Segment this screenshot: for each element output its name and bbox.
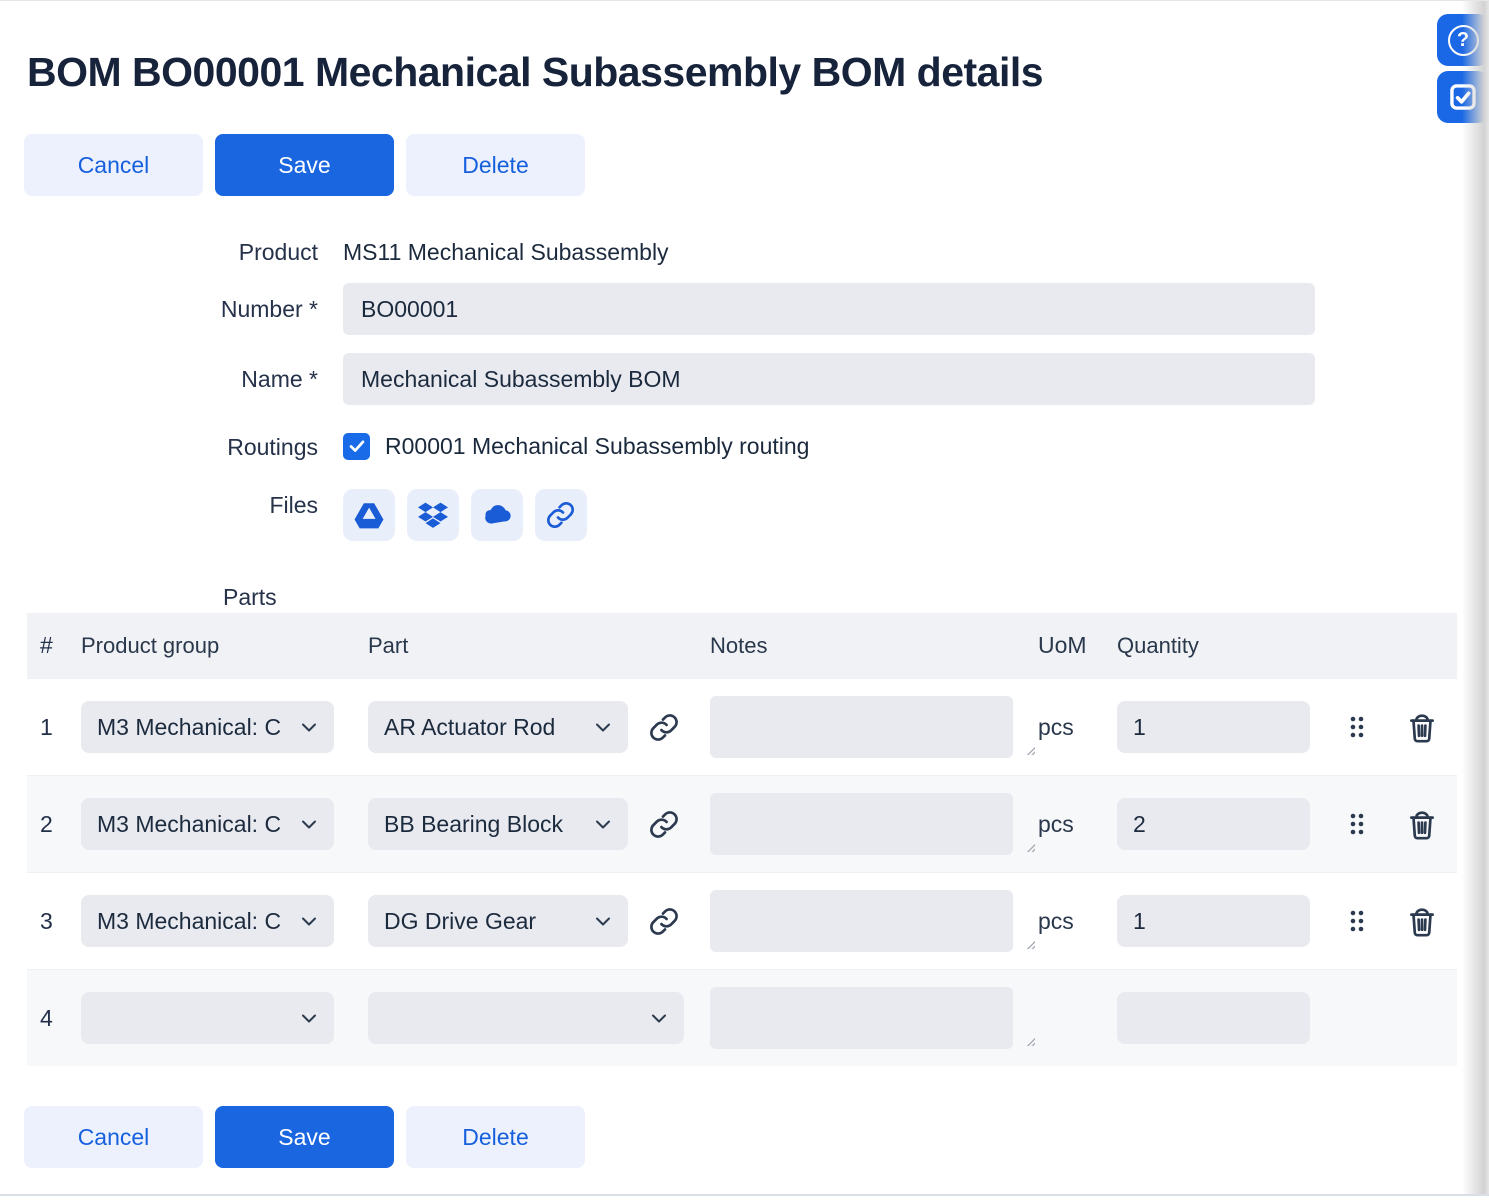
row-number: 4 [27,1005,81,1032]
number-field[interactable] [343,283,1315,335]
part-select[interactable]: BB Bearing Block [368,798,628,850]
chevron-down-icon [298,1007,320,1029]
product-label: Product [0,239,343,266]
part-select[interactable] [368,992,684,1044]
col-notes: Notes [710,633,1038,659]
google-drive-icon [352,500,386,530]
cancel-button[interactable]: Cancel [24,134,203,196]
link-icon [648,808,681,841]
product-group-select[interactable]: M3 Mechanical: C [81,895,334,947]
help-button[interactable]: ? [1437,14,1489,66]
drag-dots-icon [1348,715,1366,739]
trash-icon [1405,904,1439,938]
drag-dots-icon [1348,812,1366,836]
col-quantity: Quantity [1117,633,1348,659]
row-number: 1 [27,714,81,741]
chevron-down-icon [298,716,320,738]
link-icon [545,499,577,531]
quantity-field[interactable] [1117,895,1310,947]
product-group-select[interactable] [81,992,334,1044]
number-label: Number * [0,296,343,323]
check-icon [346,435,368,457]
page-title: BOM BO00001 Mechanical Subassembly BOM d… [27,49,1043,96]
uom-value: pcs [1038,811,1117,838]
notes-field[interactable] [710,890,1013,952]
uom-value: pcs [1038,908,1117,935]
quantity-field[interactable] [1117,992,1310,1044]
trash-icon [1405,807,1439,841]
parts-row-new: 4 [27,969,1457,1066]
help-icon: ? [1448,25,1479,56]
parts-row: 3 M3 Mechanical: C DG Drive Gear pcs [27,872,1457,969]
row-number: 3 [27,908,81,935]
bom-details-page: BOM BO00001 Mechanical Subassembly BOM d… [0,0,1489,1200]
save-button[interactable]: Save [215,134,394,196]
parts-table-header: # Product group Part Notes UoM Quantity [27,613,1457,678]
chevron-down-icon [592,716,614,738]
routing-checkbox[interactable] [343,433,370,460]
parts-row: 2 M3 Mechanical: C BB Bearing Block pcs [27,775,1457,872]
delete-row-button[interactable] [1405,807,1439,841]
open-part-link-button[interactable] [648,808,681,841]
product-group-select[interactable]: M3 Mechanical: C [81,701,334,753]
chevron-down-icon [648,1007,670,1029]
open-part-link-button[interactable] [648,905,681,938]
parts-table: # Product group Part Notes UoM Quantity … [27,613,1457,1066]
delete-button[interactable]: Delete [406,134,585,196]
parts-row: 1 M3 Mechanical: C AR Actuator Rod pcs [27,678,1457,775]
trash-icon [1405,710,1439,744]
files-label: Files [0,489,343,519]
delete-row-button[interactable] [1405,710,1439,744]
notes-field[interactable] [710,696,1013,758]
page-bottom-border [0,1194,1489,1196]
name-field[interactable] [343,353,1315,405]
uom-value: pcs [1038,714,1117,741]
chevron-down-icon [298,813,320,835]
drag-handle[interactable] [1348,715,1366,739]
notes-field[interactable] [710,987,1013,1049]
link-icon [648,905,681,938]
product-group-select[interactable]: M3 Mechanical: C [81,798,334,850]
onedrive-button[interactable] [471,489,523,541]
row-number: 2 [27,811,81,838]
chevron-down-icon [298,910,320,932]
tasks-button[interactable] [1437,71,1489,123]
chevron-down-icon [592,910,614,932]
google-drive-button[interactable] [343,489,395,541]
chevron-down-icon [592,813,614,835]
part-select[interactable]: DG Drive Gear [368,895,628,947]
part-select[interactable]: AR Actuator Rod [368,701,628,753]
drag-handle[interactable] [1348,812,1366,836]
save-button[interactable]: Save [215,1106,394,1168]
onedrive-icon [480,500,514,530]
bottom-toolbar: Cancel Save Delete [24,1106,585,1168]
cancel-button[interactable]: Cancel [24,1106,203,1168]
col-num: # [27,632,81,659]
delete-button[interactable]: Delete [406,1106,585,1168]
file-buttons [343,489,587,541]
name-label: Name * [0,366,343,393]
quantity-field[interactable] [1117,798,1310,850]
routings-label: Routings [0,431,343,461]
dropbox-button[interactable] [407,489,459,541]
delete-row-button[interactable] [1405,904,1439,938]
top-toolbar: Cancel Save Delete [24,134,585,196]
drag-handle[interactable] [1348,909,1366,933]
quantity-field[interactable] [1117,701,1310,753]
page-edge-shadow [1462,1,1489,1195]
open-part-link-button[interactable] [648,711,681,744]
col-part: Part [368,633,710,659]
checklist-icon [1446,80,1480,114]
parts-section-label: Parts [223,584,277,611]
routing-option-label: R00001 Mechanical Subassembly routing [385,433,809,460]
drag-dots-icon [1348,909,1366,933]
link-icon [648,711,681,744]
dropbox-icon [418,500,448,530]
col-uom: UoM [1038,632,1117,659]
attach-link-button[interactable] [535,489,587,541]
notes-field[interactable] [710,793,1013,855]
col-product-group: Product group [81,633,368,659]
product-value: MS11 Mechanical Subassembly [343,239,669,266]
